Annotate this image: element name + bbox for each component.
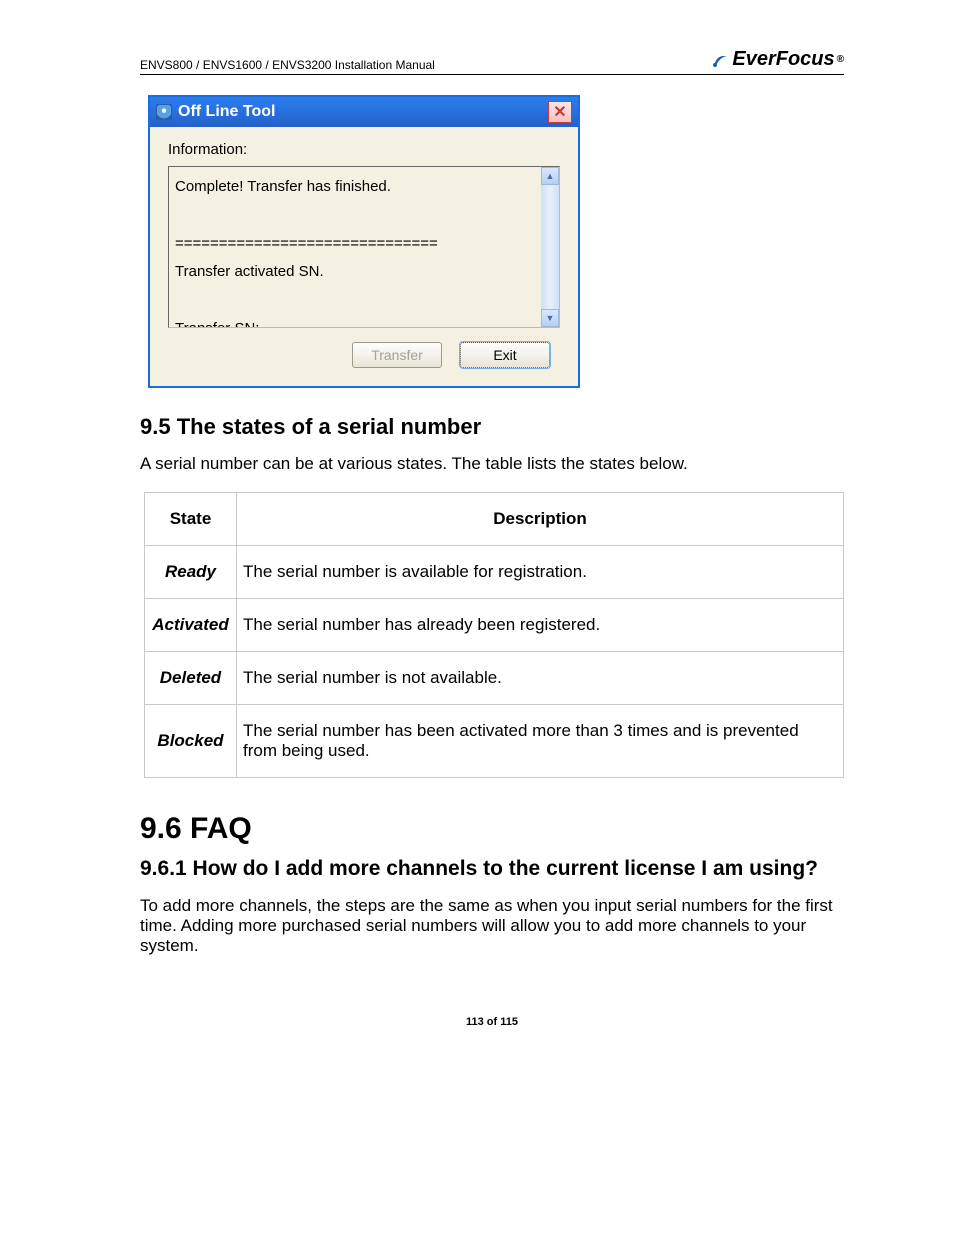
state-cell: Ready: [145, 545, 237, 598]
page-number: 113 of 115: [140, 1016, 844, 1028]
close-icon[interactable]: ✕: [548, 101, 572, 123]
information-label: Information:: [168, 141, 560, 158]
section-9-6-1-heading: 9.6.1 How do I add more channels to the …: [140, 856, 844, 882]
brand-swoosh-icon: [712, 51, 730, 69]
state-cell: Blocked: [145, 704, 237, 777]
info-text: Complete! Transfer has finished. =======…: [169, 167, 541, 327]
brand-reg-icon: ®: [837, 54, 844, 65]
dialog-title: Off Line Tool: [178, 103, 542, 121]
scroll-down-icon[interactable]: ▼: [541, 309, 559, 327]
transfer-button: Transfer: [352, 342, 442, 368]
app-icon: [156, 104, 172, 120]
desc-cell: The serial number has already been regis…: [237, 598, 844, 651]
scroll-track[interactable]: [541, 185, 559, 309]
brand-text: EverFocus: [732, 48, 834, 71]
desc-cell: The serial number is available for regis…: [237, 545, 844, 598]
offline-tool-dialog: Off Line Tool ✕ Information: Complete! T…: [148, 95, 580, 388]
scroll-up-icon[interactable]: ▲: [541, 167, 559, 185]
exit-button[interactable]: Exit: [460, 342, 550, 368]
state-cell: Deleted: [145, 651, 237, 704]
page-header: ENVS800 / ENVS1600 / ENVS3200 Installati…: [140, 48, 844, 75]
scrollbar[interactable]: ▲ ▼: [541, 167, 559, 327]
section-9-6-heading: 9.6 FAQ: [140, 812, 844, 846]
section-9-5-intro: A serial number can be at various states…: [140, 454, 844, 474]
table-row: Deleted The serial number is not availab…: [145, 651, 844, 704]
brand-logo: EverFocus®: [712, 48, 844, 71]
dialog-titlebar[interactable]: Off Line Tool ✕: [150, 97, 578, 127]
section-9-5-heading: 9.5 The states of a serial number: [140, 414, 844, 440]
desc-cell: The serial number has been activated mor…: [237, 704, 844, 777]
table-row: Activated The serial number has already …: [145, 598, 844, 651]
table-row: Blocked The serial number has been activ…: [145, 704, 844, 777]
info-textarea[interactable]: Complete! Transfer has finished. =======…: [168, 166, 560, 328]
doc-title: ENVS800 / ENVS1600 / ENVS3200 Installati…: [140, 58, 435, 72]
section-9-6-1-body: To add more channels, the steps are the …: [140, 896, 844, 956]
th-description: Description: [237, 492, 844, 545]
state-cell: Activated: [145, 598, 237, 651]
state-table: State Description Ready The serial numbe…: [144, 492, 844, 778]
table-row: Ready The serial number is available for…: [145, 545, 844, 598]
desc-cell: The serial number is not available.: [237, 651, 844, 704]
th-state: State: [145, 492, 237, 545]
